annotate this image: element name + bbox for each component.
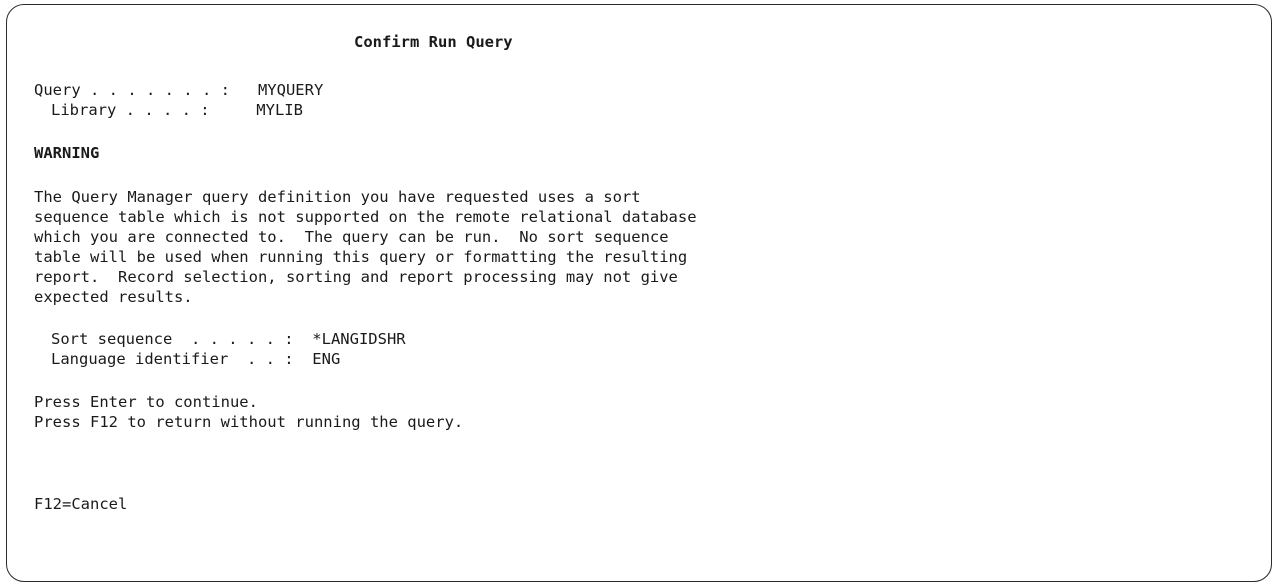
sort-sequence-field: Sort sequence . . . . . : *LANGIDSHR — [51, 330, 406, 348]
warning-text-line: The Query Manager query definition you h… — [34, 188, 641, 206]
instruction-enter: Press Enter to continue. — [34, 393, 258, 411]
warning-heading: WARNING — [34, 144, 100, 162]
warning-text-line: expected results. — [34, 288, 193, 306]
instruction-f12: Press F12 to return without running the … — [34, 413, 464, 431]
warning-text-line: which you are connected to. The query ca… — [34, 228, 669, 246]
language-identifier-field: Language identifier . . : ENG — [51, 350, 341, 368]
query-field: Query . . . . . . . : MYQUERY — [34, 81, 324, 99]
screen-title: Confirm Run Query — [354, 33, 513, 51]
warning-text-line: sequence table which is not supported on… — [34, 208, 697, 226]
warning-text-line: report. Record selection, sorting and re… — [34, 268, 678, 286]
terminal-screen: Confirm Run Query Query . . . . . . . : … — [6, 4, 1272, 582]
f12-cancel-key[interactable]: F12=Cancel — [34, 494, 127, 514]
warning-text-line: table will be used when running this que… — [34, 248, 688, 266]
library-field: Library . . . . : MYLIB — [51, 101, 303, 119]
